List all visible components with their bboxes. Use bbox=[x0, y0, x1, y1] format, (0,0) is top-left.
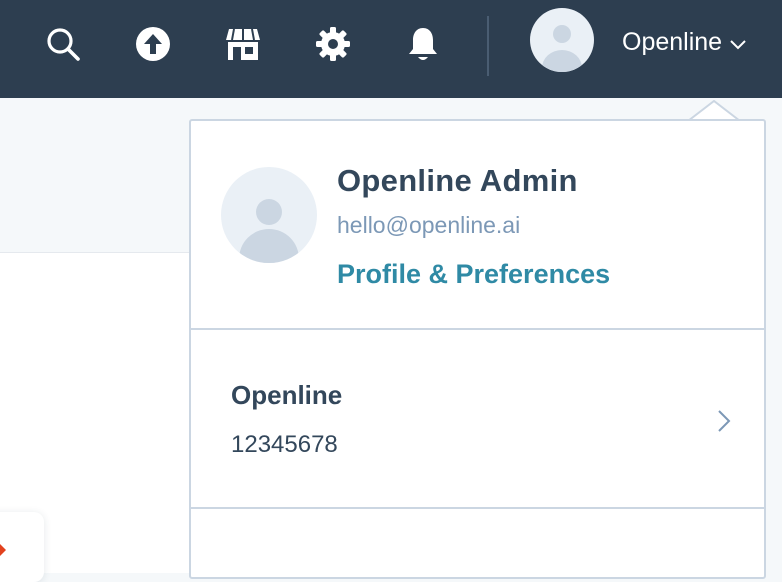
settings-icon[interactable] bbox=[311, 22, 355, 66]
chevron-right-icon bbox=[718, 410, 731, 432]
account-name-label: Openline bbox=[622, 28, 723, 56]
avatar[interactable] bbox=[530, 8, 594, 72]
profile-section: Openline Admin hello@openline.ai Profile… bbox=[191, 121, 764, 330]
divider bbox=[191, 507, 764, 509]
nav-separator bbox=[487, 16, 489, 76]
upload-icon[interactable] bbox=[131, 22, 175, 66]
top-navigation-bar: Openline bbox=[0, 0, 782, 98]
profile-preferences-link[interactable]: Profile & Preferences bbox=[337, 259, 610, 290]
profile-email: hello@openline.ai bbox=[337, 212, 521, 238]
account-menu-toggle[interactable]: Openline bbox=[622, 28, 746, 57]
notifications-icon[interactable] bbox=[401, 22, 445, 66]
background-card bbox=[0, 512, 44, 582]
search-icon[interactable] bbox=[41, 22, 85, 66]
account-row-name: Openline bbox=[231, 380, 343, 410]
account-switcher-row[interactable]: Openline 12345678 bbox=[191, 330, 764, 507]
account-row-id: 12345678 bbox=[231, 431, 338, 458]
marketplace-icon[interactable] bbox=[221, 22, 265, 66]
profile-avatar bbox=[221, 167, 317, 263]
account-dropdown-menu: Openline Admin hello@openline.ai Profile… bbox=[189, 119, 766, 579]
background-arrow-icon bbox=[0, 544, 6, 556]
chevron-down-icon bbox=[730, 39, 746, 49]
profile-name: Openline Admin bbox=[337, 163, 578, 198]
